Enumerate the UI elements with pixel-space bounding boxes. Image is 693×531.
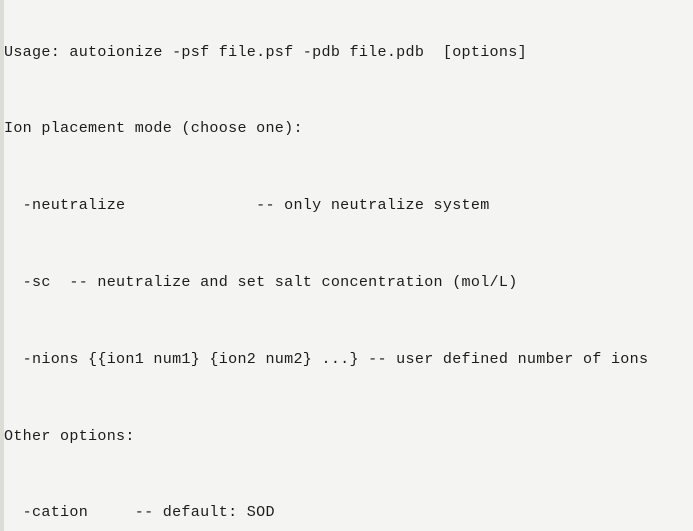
terminal-output: Usage: autoionize -psf file.psf -pdb fil… (0, 0, 693, 531)
output-line: Other options: (4, 426, 135, 445)
output-line: -neutralize -- only neutralize system (4, 196, 490, 215)
output-line: -cation -- default: SOD (4, 503, 275, 522)
output-line: -sc -- neutralize and set salt concentra… (4, 272, 518, 291)
output-line: -nions {{ion1 num1} {ion2 num2} ...} -- … (4, 349, 649, 368)
output-line: Ion placement mode (choose one): (4, 119, 303, 138)
terminal-console[interactable]: Usage: autoionize -psf file.psf -pdb fil… (0, 0, 693, 531)
output-line: Usage: autoionize -psf file.psf -pdb fil… (4, 42, 527, 61)
